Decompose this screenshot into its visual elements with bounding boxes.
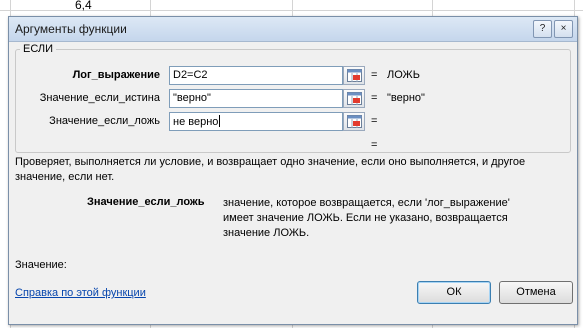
arg-label-logical-test: Лог_выражение: [72, 69, 160, 81]
help-button[interactable]: ?: [533, 20, 552, 38]
function-name: ЕСЛИ: [20, 43, 57, 55]
range-select-icon: [347, 115, 362, 128]
dialog-title: Аргументы функции: [15, 22, 127, 36]
arg-result-value-if-true: "верно": [387, 92, 425, 104]
help-link[interactable]: Справка по этой функции: [15, 287, 146, 299]
result-equals-sign: =: [371, 92, 378, 104]
range-select-icon: [347, 69, 362, 82]
arg-result-logical-test: ЛОЖЬ: [387, 69, 420, 81]
formula-result-equals-sign: =: [371, 139, 378, 151]
result-equals-sign: =: [371, 69, 378, 81]
collapse-dialog-button[interactable]: [343, 112, 365, 131]
arg-label-value-if-false: Значение_если_ложь: [49, 115, 160, 127]
range-select-icon: [347, 92, 362, 105]
ok-button[interactable]: ОК: [417, 281, 491, 304]
close-button[interactable]: ×: [554, 20, 573, 38]
current-arg-name: Значение_если_ложь: [87, 196, 205, 208]
result-equals-sign: =: [371, 115, 378, 127]
collapse-dialog-button[interactable]: [343, 89, 365, 108]
value-if-false-text: не верно: [173, 116, 219, 128]
value-if-true-input[interactable]: "верно": [169, 89, 343, 108]
logical-test-input[interactable]: D2=C2: [169, 66, 343, 85]
function-description: Проверяет, выполняется ли условие, и воз…: [15, 156, 526, 183]
current-arg-description: значение, которое возвращается, если 'ло…: [223, 197, 510, 239]
text-caret: [219, 115, 221, 127]
dialog-titlebar[interactable]: Аргументы функции ? ×: [9, 17, 577, 42]
function-arguments-dialog: Аргументы функции ? × ЕСЛИ Лог_выражение…: [8, 16, 578, 325]
collapse-dialog-button[interactable]: [343, 66, 365, 85]
cancel-button[interactable]: Отмена: [499, 281, 573, 304]
value-if-false-input[interactable]: не верно: [169, 112, 343, 131]
value-label: Значение:: [15, 259, 67, 271]
arg-label-value-if-true: Значение_если_истина: [39, 92, 160, 104]
cell-value[interactable]: 6,4: [75, 0, 92, 12]
